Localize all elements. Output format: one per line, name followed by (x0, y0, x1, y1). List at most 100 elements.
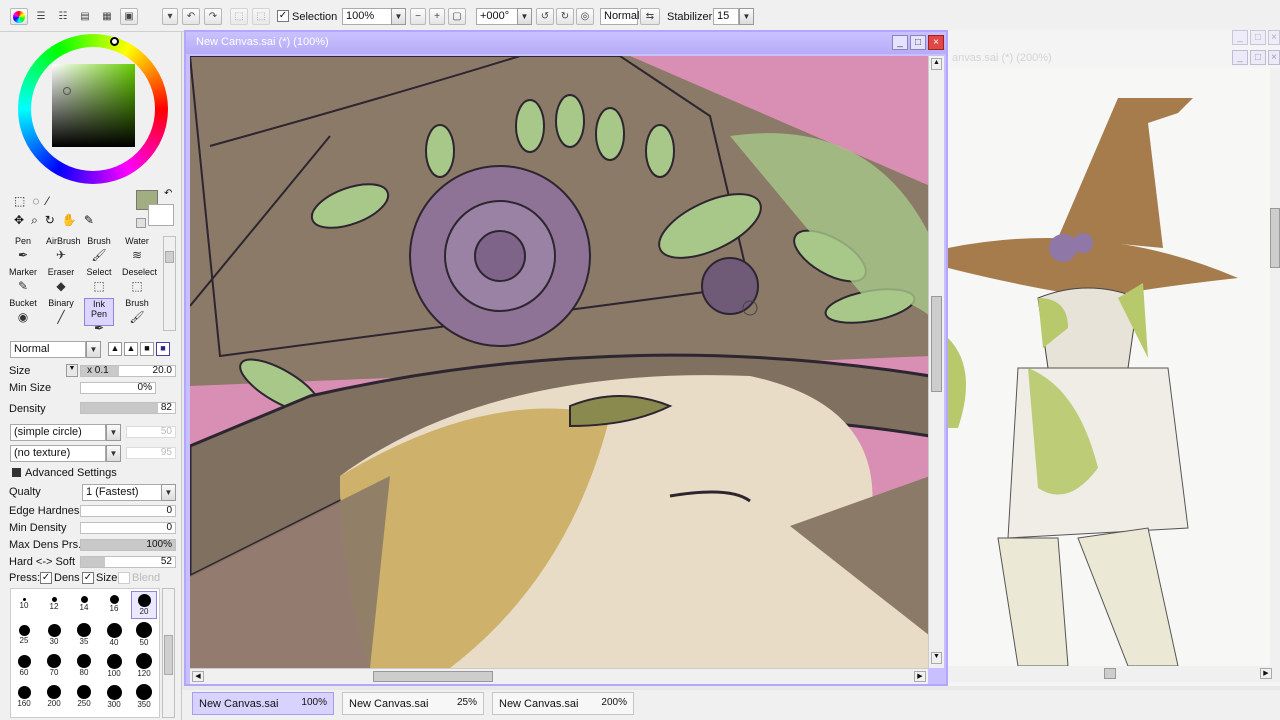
stabilizer-dropdown[interactable]: 15 (713, 8, 739, 25)
canvas-horizontal-scrollbar[interactable]: ◀ ▶ (190, 668, 928, 684)
advanced-settings-toggle[interactable] (12, 468, 21, 477)
brush-size-preset[interactable]: 25 (11, 622, 37, 650)
rotate-ccw-icon[interactable]: ↺ (536, 8, 554, 25)
move-icon[interactable]: ✥ (14, 213, 24, 228)
canvas-window-titlebar[interactable]: New Canvas.sai (*) (100%) (186, 32, 946, 54)
reference-image[interactable] (948, 68, 1270, 666)
ref-minimize-icon[interactable]: _ (1232, 30, 1248, 45)
shape-flat-icon[interactable]: ▲ (124, 342, 138, 356)
brush-size-preset[interactable]: 14 (71, 591, 97, 619)
brush-size-scrollbar[interactable] (162, 588, 175, 718)
sv-picker-marker[interactable] (63, 87, 71, 95)
tool-eraser[interactable]: Eraser ◆ (46, 267, 76, 295)
brush-size-preset[interactable]: 35 (71, 622, 97, 650)
texture-dropdown-arrow-icon[interactable]: ▼ (106, 445, 121, 462)
tool-brush[interactable]: Brush 🖌 (122, 298, 152, 326)
tool-grid-scrollbar[interactable] (163, 236, 176, 331)
brush-size-preset[interactable]: 16 (101, 591, 127, 619)
brush-size-preset[interactable]: 80 (71, 653, 97, 681)
rotate-icon[interactable]: ↻ (45, 213, 55, 228)
transparent-color-icon[interactable] (136, 218, 146, 228)
brush-size-preset[interactable]: 350 (131, 684, 157, 712)
ref-close-2-icon[interactable]: × (1268, 50, 1280, 65)
hand-icon[interactable]: ✋ (62, 213, 77, 228)
secondary-color-swatch[interactable] (148, 204, 174, 226)
rotation-dropdown[interactable]: +000° (476, 8, 518, 25)
brush-size-preset[interactable]: 100 (101, 653, 127, 681)
rotation-dropdown-arrow-icon[interactable]: ▼ (517, 8, 532, 25)
press-dens-checkbox[interactable]: ✓ (40, 572, 52, 584)
saturation-value-square[interactable] (52, 64, 135, 147)
brush-size-preset[interactable]: 160 (11, 684, 37, 712)
document-tab-2[interactable]: New Canvas.sai 25% (342, 692, 484, 715)
tool-bucket[interactable]: Bucket ◉ (8, 298, 38, 326)
brush-size-preset[interactable]: 10 (11, 591, 37, 619)
brush-size-preset[interactable]: 250 (71, 684, 97, 712)
reference-horizontal-scrollbar[interactable]: ▶ (948, 666, 1280, 682)
tool-water[interactable]: Water ≋ (122, 236, 152, 264)
deselect-toolbar-icon[interactable]: ⬚ (230, 8, 248, 25)
tool-select[interactable]: Select ⬚ (84, 267, 114, 295)
brush-size-preset[interactable]: 120 (131, 653, 157, 681)
tool-binary[interactable]: Binary ╱ (46, 298, 76, 326)
rotation-reset-icon[interactable]: ◎ (576, 8, 594, 25)
panel-layout-icon[interactable]: ☰ (32, 8, 50, 25)
zoom-in-icon[interactable]: + (429, 8, 445, 25)
grid-view-icon[interactable]: ▤ (76, 8, 94, 25)
brush-size-preset[interactable]: 12 (41, 591, 67, 619)
redo-icon[interactable]: ↷ (204, 8, 222, 25)
brush-size-preset[interactable]: 20 (131, 591, 157, 619)
zoom-reset-icon[interactable]: ▢ (448, 8, 466, 25)
press-blend-checkbox[interactable] (118, 572, 130, 584)
brush-size-preset[interactable]: 40 (101, 622, 127, 650)
max-dens-slider[interactable]: 100% (80, 539, 176, 551)
zoom-dropdown-arrow-icon[interactable]: ▼ (391, 8, 406, 25)
zoom-icon[interactable]: ⌕ (31, 213, 38, 228)
canvas-vertical-scrollbar[interactable]: ▲ ▼ (928, 56, 944, 668)
brush-mode-dropdown-arrow-icon[interactable]: ▼ (86, 341, 101, 358)
shape-round-icon[interactable]: ▲ (108, 342, 122, 356)
eyedropper-icon[interactable]: ✎ (84, 213, 94, 228)
tool-deselect[interactable]: Deselect ⬚ (122, 267, 157, 295)
density-slider[interactable]: 82 (80, 402, 176, 414)
artwork-canvas[interactable] (190, 56, 928, 668)
rotate-cw-icon[interactable]: ↻ (556, 8, 574, 25)
min-size-slider[interactable]: 0% (80, 382, 156, 394)
brush-size-preset[interactable]: 300 (101, 684, 127, 712)
size-slider[interactable]: x 0.1 20.0 (80, 365, 176, 377)
zoom-dropdown[interactable]: 100% (342, 8, 392, 25)
table-view-icon[interactable]: ▦ (98, 8, 116, 25)
invert-selection-icon[interactable]: ⬚ (252, 8, 270, 25)
color-wheel-toggle-icon[interactable] (10, 8, 28, 25)
hard-soft-slider[interactable]: 52 (80, 556, 176, 568)
brush-size-preset[interactable]: 60 (11, 653, 37, 681)
zoom-out-icon[interactable]: − (410, 8, 426, 25)
hue-picker-marker[interactable] (110, 37, 119, 46)
press-size-checkbox[interactable]: ✓ (82, 572, 94, 584)
tool-marker[interactable]: Marker ✎ (8, 267, 38, 295)
toolbar-scroll-icon[interactable]: ▾ (162, 8, 178, 25)
brush-shape-slider[interactable]: 50 (126, 426, 176, 438)
quality-dropdown-arrow-icon[interactable]: ▼ (161, 484, 176, 501)
reference-vertical-scrollbar[interactable] (1270, 68, 1280, 666)
quality-dropdown[interactable]: 1 (Fastest) (82, 484, 162, 501)
tool-brush[interactable]: Brush 🖌 (84, 236, 114, 264)
edge-hardness-slider[interactable]: 0 (80, 505, 176, 517)
ref-maximize-icon[interactable]: □ (1250, 30, 1266, 45)
list-view-icon[interactable]: ☷ (54, 8, 72, 25)
maximize-icon[interactable]: □ (910, 35, 926, 50)
close-icon[interactable]: × (928, 35, 944, 50)
size-multiplier-dropdown[interactable]: ▼ (66, 364, 78, 377)
document-tab-1[interactable]: New Canvas.sai 100% (192, 692, 334, 715)
brush-shape-dropdown-arrow-icon[interactable]: ▼ (106, 424, 121, 441)
shape-square-icon[interactable]: ■ (140, 342, 154, 356)
swap-colors-icon[interactable]: ↶ (164, 188, 172, 199)
shape-full-icon[interactable]: ■ (156, 342, 170, 356)
brush-mode-dropdown[interactable]: Normal (10, 341, 86, 358)
texture-dropdown[interactable]: (no texture) (10, 445, 106, 462)
flip-horizontal-icon[interactable]: ⇆ (640, 8, 660, 25)
ref-minimize-2-icon[interactable]: _ (1232, 50, 1248, 65)
lasso-icon[interactable]: ◌ (32, 194, 39, 208)
undo-icon[interactable]: ↶ (182, 8, 200, 25)
magic-wand-icon[interactable]: ⁄ (46, 194, 48, 208)
